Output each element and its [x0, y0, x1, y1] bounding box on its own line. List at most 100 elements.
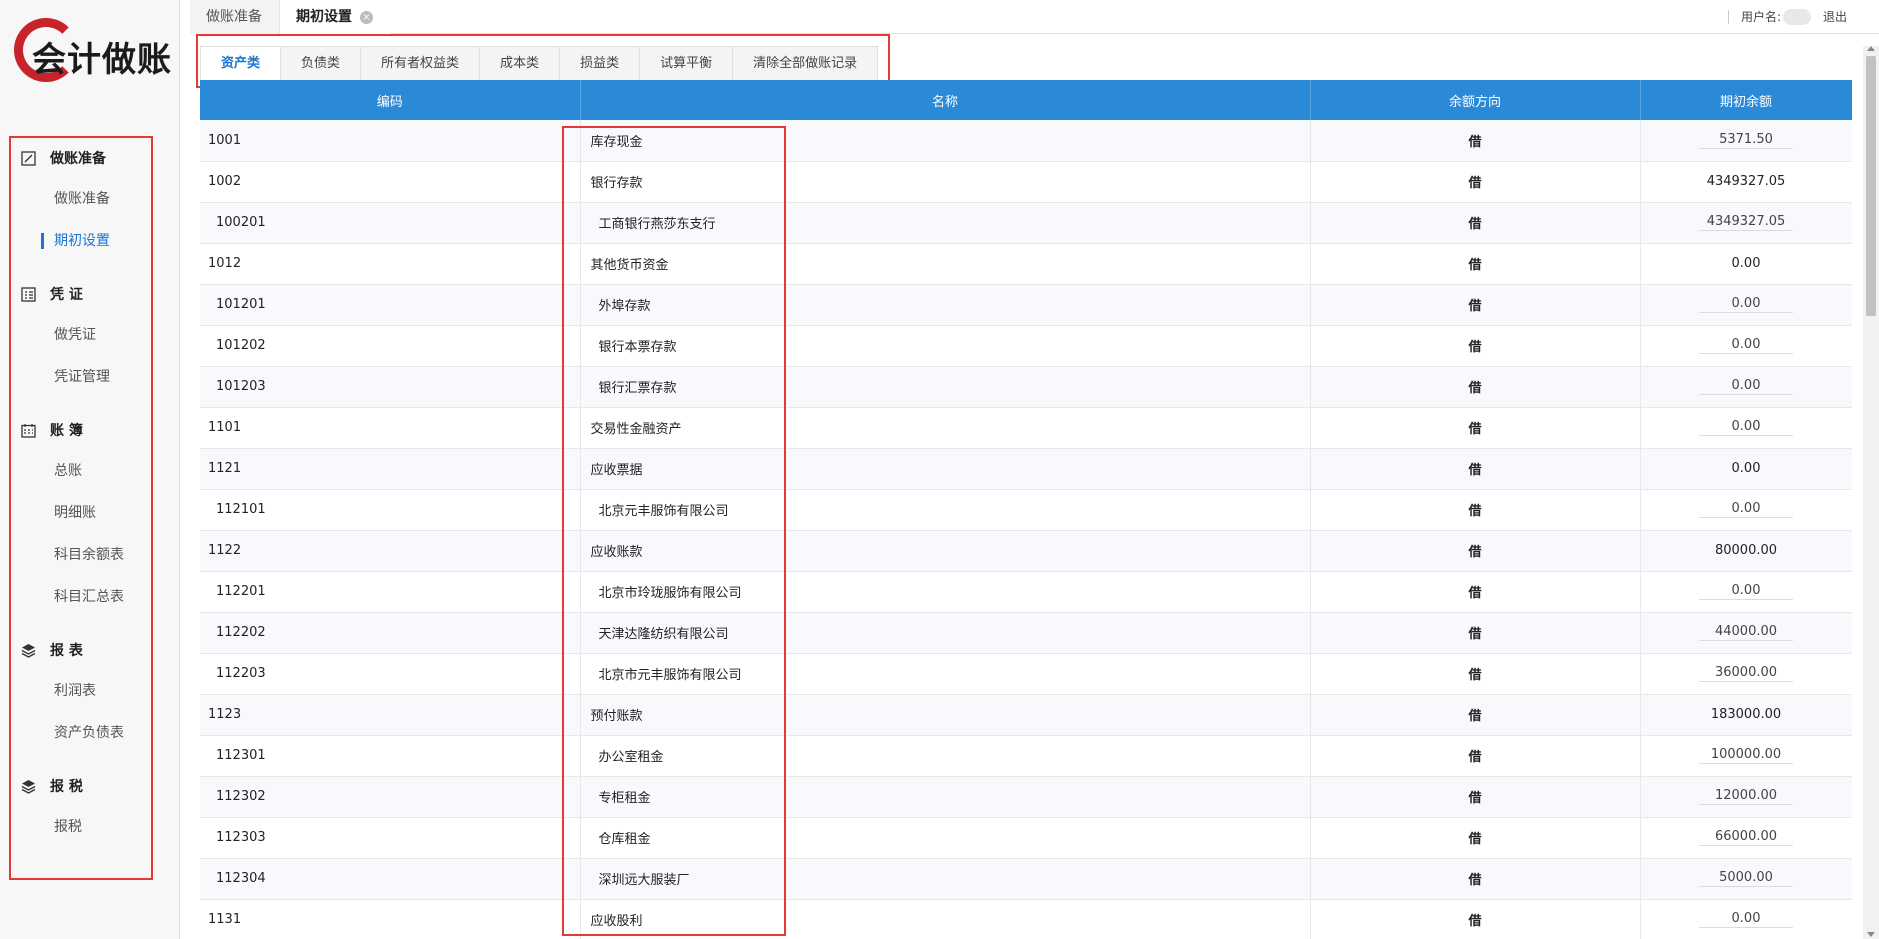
- table-row: 1123 预付账款借 183000.00: [200, 694, 1852, 736]
- table-row: 101202 银行本票存款借 0.00: [200, 325, 1852, 367]
- opening-balance-cell: 0.00: [1640, 407, 1852, 449]
- opening-balance-input[interactable]: 66000.00: [1699, 829, 1793, 846]
- account-name: 库存现金: [580, 120, 1311, 162]
- sidebar-item[interactable]: 利润表: [10, 670, 150, 712]
- column-header-name: 名称: [580, 80, 1311, 120]
- opening-balance-value: 183000.00: [1710, 707, 1782, 722]
- account-code: 112203: [200, 653, 581, 695]
- layers-icon: [20, 778, 36, 794]
- sidebar-item[interactable]: 做账准备: [10, 178, 150, 220]
- nav-group-title: 凭 证: [50, 287, 83, 303]
- opening-balance-cell: 0.00: [1640, 325, 1852, 367]
- top-tab-bookkeeping-prep[interactable]: 做账准备: [190, 0, 280, 34]
- opening-balance-input[interactable]: 0.00: [1699, 419, 1793, 436]
- sidebar-item[interactable]: 期初设置: [10, 220, 150, 262]
- nav-group-header: 报 税: [10, 766, 150, 806]
- opening-balance-value: 4349327.05: [1706, 174, 1786, 189]
- opening-balance-input[interactable]: 0.00: [1699, 583, 1793, 600]
- nav-group-gap: [10, 754, 150, 766]
- nav-group-header: 做账准备: [10, 138, 150, 178]
- opening-balance-cell: 0.00: [1640, 448, 1852, 490]
- opening-balance-input[interactable]: 0.00: [1699, 911, 1793, 928]
- opening-balance-input[interactable]: 0.00: [1699, 296, 1793, 313]
- top-tab-label: 期初设置: [296, 9, 352, 25]
- table-row: 112302 专柜租金借 12000.00: [200, 776, 1852, 818]
- opening-balance-value: 0.00: [1731, 256, 1761, 271]
- category-tab[interactable]: 资产类: [200, 46, 282, 80]
- sidebar-item[interactable]: 科目汇总表: [10, 576, 150, 618]
- opening-balance-input[interactable]: 36000.00: [1699, 665, 1793, 682]
- opening-balance-input[interactable]: 0.00: [1699, 378, 1793, 395]
- category-tab[interactable]: 负债类: [280, 46, 362, 80]
- scroll-thumb[interactable]: [1866, 56, 1876, 316]
- scroll-down-arrow-icon[interactable]: [1867, 932, 1875, 937]
- sidebar-item[interactable]: 资产负债表: [10, 712, 150, 754]
- nav-group-gap: [10, 618, 150, 630]
- list-icon: [20, 286, 36, 302]
- sidebar-item[interactable]: 报税: [10, 806, 150, 848]
- opening-balance-cell: 0.00: [1640, 284, 1852, 326]
- opening-balance-input[interactable]: 5371.50: [1699, 132, 1793, 149]
- account-name: 专柜租金: [580, 776, 1311, 818]
- balance-direction: 借: [1310, 325, 1641, 367]
- category-tabs: 资产类 负债类 所有者权益类 成本类 损益类 试算平衡 清除全部做账记录: [200, 46, 879, 80]
- sidebar-item[interactable]: 总账: [10, 450, 150, 492]
- column-header-balance: 期初余额: [1640, 80, 1852, 120]
- account-code: 112304: [200, 858, 581, 900]
- nav-group-gap: [10, 398, 150, 410]
- table-row: 1131 应收股利借 0.00: [200, 899, 1852, 939]
- account-code: 1101: [200, 407, 581, 449]
- opening-balance-input[interactable]: 0.00: [1699, 501, 1793, 518]
- logout-link[interactable]: 退出: [1823, 8, 1847, 25]
- account-name: 深圳远大服装厂: [580, 858, 1311, 900]
- sidebar-item[interactable]: 科目余额表: [10, 534, 150, 576]
- opening-balance-cell: 100000.00: [1640, 735, 1852, 777]
- table-header-row: 编码 名称 余额方向 期初余额: [200, 80, 1852, 120]
- sidebar-nav: 做账准备 做账准备 期初设置凭 证做凭证 凭证管理账 簿总账 明细账 科目余额表 科目汇总表…: [10, 138, 150, 848]
- balance-direction: 借: [1310, 776, 1641, 818]
- opening-balance-cell: 0.00: [1640, 366, 1852, 408]
- nav-group-header: 报 表: [10, 630, 150, 670]
- category-tab[interactable]: 损益类: [559, 46, 641, 80]
- account-code: 112101: [200, 489, 581, 531]
- category-tab[interactable]: 清除全部做账记录: [732, 46, 879, 80]
- scroll-up-arrow-icon[interactable]: [1867, 46, 1875, 51]
- table-row: 112101 北京元丰服饰有限公司借 0.00: [200, 489, 1852, 531]
- balance-direction: 借: [1310, 284, 1641, 326]
- opening-balance-input[interactable]: 0.00: [1699, 337, 1793, 354]
- balance-direction: 借: [1310, 612, 1641, 654]
- close-icon[interactable]: ×: [360, 10, 373, 24]
- opening-balance-input[interactable]: 4349327.05: [1699, 214, 1793, 231]
- category-tab[interactable]: 所有者权益类: [360, 46, 481, 80]
- sidebar-item[interactable]: 做凭证: [10, 314, 150, 356]
- category-tab[interactable]: 试算平衡: [639, 46, 734, 80]
- opening-balance-input[interactable]: 100000.00: [1699, 747, 1793, 764]
- category-tab[interactable]: 成本类: [479, 46, 561, 80]
- table-row: 112301 办公室租金借 100000.00: [200, 735, 1852, 777]
- balance-direction: 借: [1310, 530, 1641, 572]
- sidebar-item[interactable]: 明细账: [10, 492, 150, 534]
- table-row: 101203 银行汇票存款借 0.00: [200, 366, 1852, 408]
- top-tab-label: 做账准备: [206, 9, 262, 25]
- nav-group-title: 账 簿: [50, 423, 83, 439]
- account-name: 应收账款: [580, 530, 1311, 572]
- opening-balance-cell: 0.00: [1640, 899, 1852, 939]
- account-name: 银行本票存款: [580, 325, 1311, 367]
- nav-group-gap: [10, 262, 150, 274]
- table-row: 1001 库存现金借 5371.50: [200, 120, 1852, 162]
- balance-direction: 借: [1310, 899, 1641, 939]
- sidebar-item[interactable]: 凭证管理: [10, 356, 150, 398]
- account-code: 112302: [200, 776, 581, 818]
- vertical-scrollbar[interactable]: [1863, 46, 1879, 939]
- top-tab-opening-settings[interactable]: 期初设置 ×: [280, 0, 390, 34]
- opening-balance-input[interactable]: 12000.00: [1699, 788, 1793, 805]
- balance-direction: 借: [1310, 735, 1641, 777]
- opening-balance-value: 0.00: [1731, 461, 1761, 476]
- table-row: 100201 工商银行燕莎东支行借 4349327.05: [200, 202, 1852, 244]
- opening-balance-input[interactable]: 5000.00: [1699, 870, 1793, 887]
- opening-balance-input[interactable]: 44000.00: [1699, 624, 1793, 641]
- table-row: 101201 外埠存款借 0.00: [200, 284, 1852, 326]
- account-name: 预付账款: [580, 694, 1311, 736]
- account-name: 北京市玲珑服饰有限公司: [580, 571, 1311, 613]
- account-name: 外埠存款: [580, 284, 1311, 326]
